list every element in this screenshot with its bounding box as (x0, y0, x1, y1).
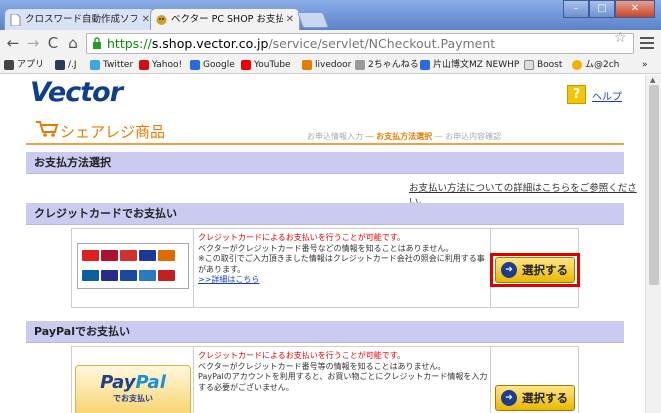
2ch-icon (355, 60, 365, 70)
bookmark-icon (420, 60, 430, 70)
credit-card-detail-link[interactable]: >>詳細はこちら (198, 275, 259, 284)
close-icon[interactable]: ✕ (286, 9, 294, 30)
credit-card-description: クレジットカードによるお支払いを行うことが可能です。 ベクターがクレジットカード… (198, 233, 488, 286)
tab-vector-payment[interactable]: ベクター PC SHOP お支払い ✕ (150, 8, 300, 30)
livedoor-icon (302, 60, 312, 70)
vector-favicon-icon (156, 15, 167, 25)
maximize-icon[interactable]: □ (589, 0, 615, 18)
help-icon[interactable]: ? (567, 85, 586, 104)
credit-card-line-3: ※この取引でご入力頂きました情報はクレジットカード会社の照会に利用する事がありま… (198, 254, 485, 274)
twitter-icon (90, 60, 100, 70)
google-icon (190, 60, 200, 70)
window-close-icon[interactable]: ✕ (615, 0, 655, 18)
cart-icon (36, 121, 59, 137)
card-logo-icon (82, 250, 99, 261)
bookmark-katayama[interactable]: 片山博文MZ NEWHP (420, 58, 519, 72)
bookmark-boost[interactable]: Boost (524, 58, 562, 72)
paypal-select-button[interactable]: ➔ 選択する (495, 385, 575, 411)
card-logo-icon (158, 270, 175, 281)
bookmark-j[interactable]: /.J (55, 58, 77, 72)
help-link[interactable]: ヘルプ (592, 88, 622, 103)
youtube-icon (241, 60, 251, 70)
new-tab-button[interactable] (297, 12, 329, 28)
paypal-line-2: ベクターがクレジットカード番号等の情報を知ることはありません。 (198, 361, 446, 371)
bookmarks-overflow[interactable]: » (642, 58, 648, 72)
section-credit-card: クレジットカードでお支払い (26, 203, 624, 225)
back-icon[interactable]: ← (4, 33, 22, 53)
credit-card-button-cell: ➔ 選択する (490, 229, 580, 307)
card-logo-icon (120, 250, 137, 261)
bookmark-mu2ch[interactable]: ム@2ch (572, 58, 619, 72)
step-2-current: お支払方法選択 (376, 132, 433, 141)
scroll-up-icon[interactable]: ▲ (650, 76, 655, 84)
bookmark-yahoo[interactable]: Yahoo! (139, 58, 182, 72)
reload-icon[interactable]: C (44, 33, 62, 53)
close-icon[interactable]: ✕ (142, 9, 150, 30)
home-icon[interactable]: ⌂ (64, 33, 82, 53)
title-divider (26, 143, 624, 145)
document-icon (10, 14, 21, 26)
bookmark-google[interactable]: Google (190, 58, 235, 72)
paypal-description: クレジットカードによるお支払いを行うことが可能です。 ベクターがクレジットカード… (198, 351, 488, 393)
bookmark-youtube[interactable]: YouTube (241, 58, 291, 72)
minimize-icon[interactable]: – (563, 0, 589, 18)
credit-card-line-1: クレジットカードによるお支払いを行うことが可能です。 (198, 233, 405, 242)
page-content: Vector ? ヘルプ シェアレジ商品 お申込情報入力 ― お支払方法選択 ―… (0, 75, 645, 413)
arrow-right-icon: ➔ (501, 390, 517, 406)
credit-card-select-button[interactable]: ➔ 選択する (495, 257, 575, 283)
browser-toolbar: ← → C ⌂ https://s.shop.vector.co.jp/serv… (0, 30, 661, 56)
url-scheme: https:// (107, 36, 152, 51)
browser-titlebar: クロスワード自動作成ソフト『 ✕ ベクター PC SHOP お支払い ✕ – □… (0, 0, 661, 30)
paypal-logo-cell: PayPal でお支払い (72, 347, 194, 413)
apps-icon (4, 60, 14, 70)
vector-logo[interactable]: Vector (30, 77, 123, 108)
credit-card-row: クレジットカードによるお支払いを行うことが可能です。 ベクターがクレジットカード… (71, 228, 580, 308)
bookmark-twitter[interactable]: Twitter (90, 58, 133, 72)
forward-icon[interactable]: → (24, 33, 42, 53)
credit-card-brands-image (77, 243, 189, 289)
bookmark-star-icon[interactable]: ☆ (614, 30, 627, 46)
card-logo-icon (158, 250, 175, 261)
step-1: お申込情報入力 (307, 132, 363, 141)
checkout-steps: お申込情報入力 ― お支払方法選択 ― お申込内容確認 (307, 132, 502, 141)
bookmark-apps[interactable]: アプリ (4, 58, 44, 72)
arrow-right-icon: ➔ (501, 262, 517, 278)
credit-card-line-2: ベクターがクレジットカード番号などの情報を知ることはありません。 (198, 243, 454, 253)
vertical-scrollbar[interactable]: ▲ (645, 75, 661, 413)
card-logo-icon (139, 250, 156, 261)
credit-card-logo-cell (72, 229, 194, 307)
paypal-line-1: クレジットカードによるお支払いを行うことが可能です。 (198, 351, 405, 360)
card-logo-icon (139, 270, 156, 281)
paypal-row: PayPal でお支払い クレジットカードによるお支払いを行うことが可能です。 … (71, 346, 579, 413)
card-logo-icon (82, 270, 99, 281)
shop-title: シェアレジ商品 (60, 123, 166, 141)
menu-icon[interactable] (640, 34, 654, 50)
lock-icon (93, 37, 101, 49)
card-logo-icon (120, 270, 137, 281)
section-payment-method: お支払方法選択 (26, 152, 624, 174)
tab-label: ベクター PC SHOP お支払い (171, 14, 283, 25)
url-host: s.shop.vector.co.jp (151, 36, 269, 51)
step-3: お申込内容確認 (445, 132, 502, 141)
scroll-thumb[interactable] (649, 85, 659, 285)
bookmark-2ch[interactable]: 2ちゃんねる (355, 58, 419, 72)
section-paypal: PayPalでお支払い (26, 321, 624, 343)
card-logo-icon (101, 250, 118, 261)
window-controls: – □ ✕ (563, 0, 655, 18)
tab-label: クロスワード自動作成ソフト『 (25, 14, 137, 25)
card-logo-icon (101, 270, 118, 281)
bookmark-icon (55, 60, 65, 70)
bookmark-livedoor[interactable]: livedoor (302, 58, 351, 72)
paypal-logo: PayPal でお支払い (75, 365, 191, 413)
address-bar[interactable]: https://s.shop.vector.co.jp/service/serv… (86, 33, 634, 54)
url-path: /service/servlet/NCheckout.Payment (268, 36, 496, 51)
bookmark-icon (572, 60, 582, 70)
document-icon (524, 60, 534, 70)
tab-crossword[interactable]: クロスワード自動作成ソフト『 ✕ (4, 8, 156, 30)
yahoo-icon (139, 60, 149, 70)
paypal-button-cell: ➔ 選択する (490, 347, 580, 413)
bookmarks-bar: アプリ /.J Twitter Yahoo! Google YouTube li… (0, 56, 661, 74)
paypal-line-3: PayPalのアカウントを利用すると、お買い物ごとにクレジットカード情報を入力す… (198, 372, 488, 392)
